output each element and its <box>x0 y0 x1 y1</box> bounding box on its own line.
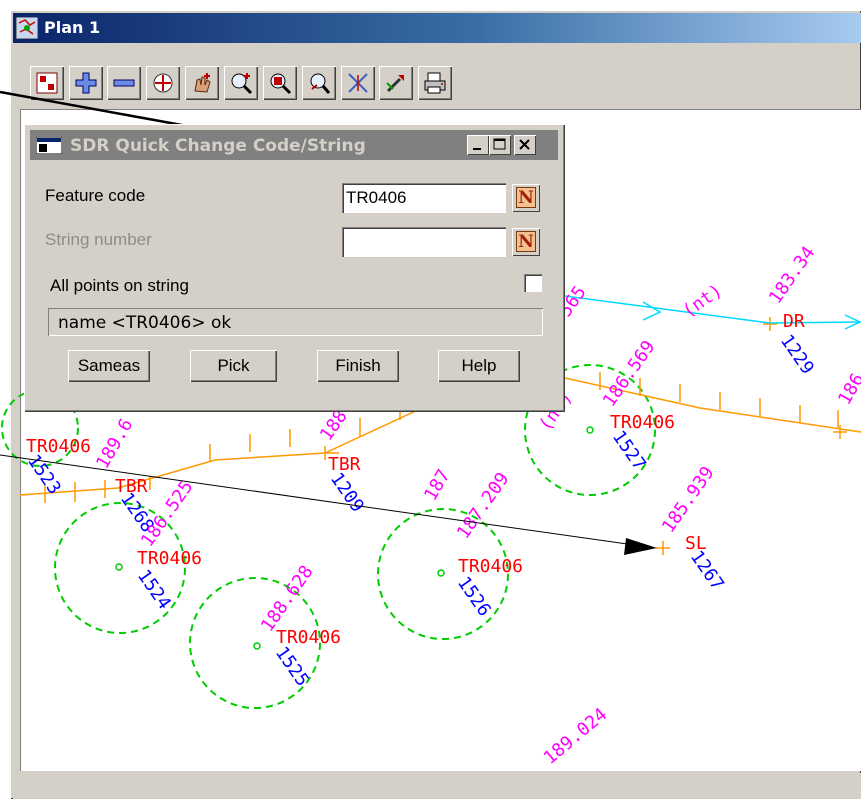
string-number-n-button[interactable]: N <box>512 228 540 256</box>
plan-label-blue: 1229 <box>776 331 818 379</box>
all-points-label: All points on string <box>50 276 189 295</box>
plan-label-magenta: 183.34 <box>765 243 820 308</box>
string-number-field[interactable] <box>342 227 506 257</box>
cyan-arrow <box>642 301 662 321</box>
arrowhead-icon <box>624 538 657 555</box>
plan-label-blue: 1524 <box>133 566 175 614</box>
dialog-window-icon <box>36 137 62 154</box>
plan-label-magenta: 189.024 <box>540 704 612 769</box>
plan-label-blue: 1209 <box>326 469 368 517</box>
minimize-icon <box>473 148 481 150</box>
close-icon <box>519 139 530 150</box>
maximize-button[interactable] <box>489 135 511 155</box>
string-number-label: String number <box>45 230 152 249</box>
all-points-checkbox[interactable] <box>524 274 542 292</box>
tree-point <box>586 426 594 434</box>
feature-code-n-button[interactable]: N <box>512 184 540 212</box>
plan-label-magenta: 189.6 <box>92 415 137 472</box>
plan-label-magenta: 188.628 <box>257 562 318 636</box>
plan-label-red: TR0406 <box>137 548 202 569</box>
minimize-button[interactable] <box>467 135 489 155</box>
maximize-icon <box>493 138 506 150</box>
pick-dialog-button[interactable]: Pick <box>190 350 277 382</box>
help-button[interactable]: Help <box>438 350 520 382</box>
status-text: name <TR0406> ok <box>58 313 232 333</box>
plan-label-magenta: 187.209 <box>453 469 514 543</box>
feature-code-label: Feature code <box>45 186 146 205</box>
finish-button[interactable]: Finish <box>317 350 399 382</box>
n-icon: N <box>516 231 536 252</box>
plan-label-blue: 1267 <box>686 547 728 595</box>
tree-point <box>437 569 445 577</box>
dialog-title: SDR Quick Change Code/String <box>70 136 366 156</box>
status-message: name <TR0406> ok <box>48 308 543 336</box>
plan-label-magenta: 185.939 <box>658 463 719 537</box>
feature-code-field[interactable]: TR0406 <box>342 183 506 213</box>
plan-label-magenta: 187 <box>420 466 454 505</box>
plan-label-blue: 1526 <box>453 573 495 621</box>
plan-label-magenta: 186 <box>834 370 861 409</box>
sameas-button[interactable]: Sameas <box>68 350 150 382</box>
tree-point <box>115 563 123 571</box>
plan-label-blue: 1523 <box>23 451 65 499</box>
feature-code-value: TR0406 <box>346 188 407 207</box>
tree-point <box>253 642 261 650</box>
plan-label-red: DR <box>783 311 805 332</box>
plan-label-magenta: 186.569 <box>599 337 660 411</box>
n-icon: N <box>516 187 536 208</box>
close-button[interactable] <box>514 135 536 155</box>
